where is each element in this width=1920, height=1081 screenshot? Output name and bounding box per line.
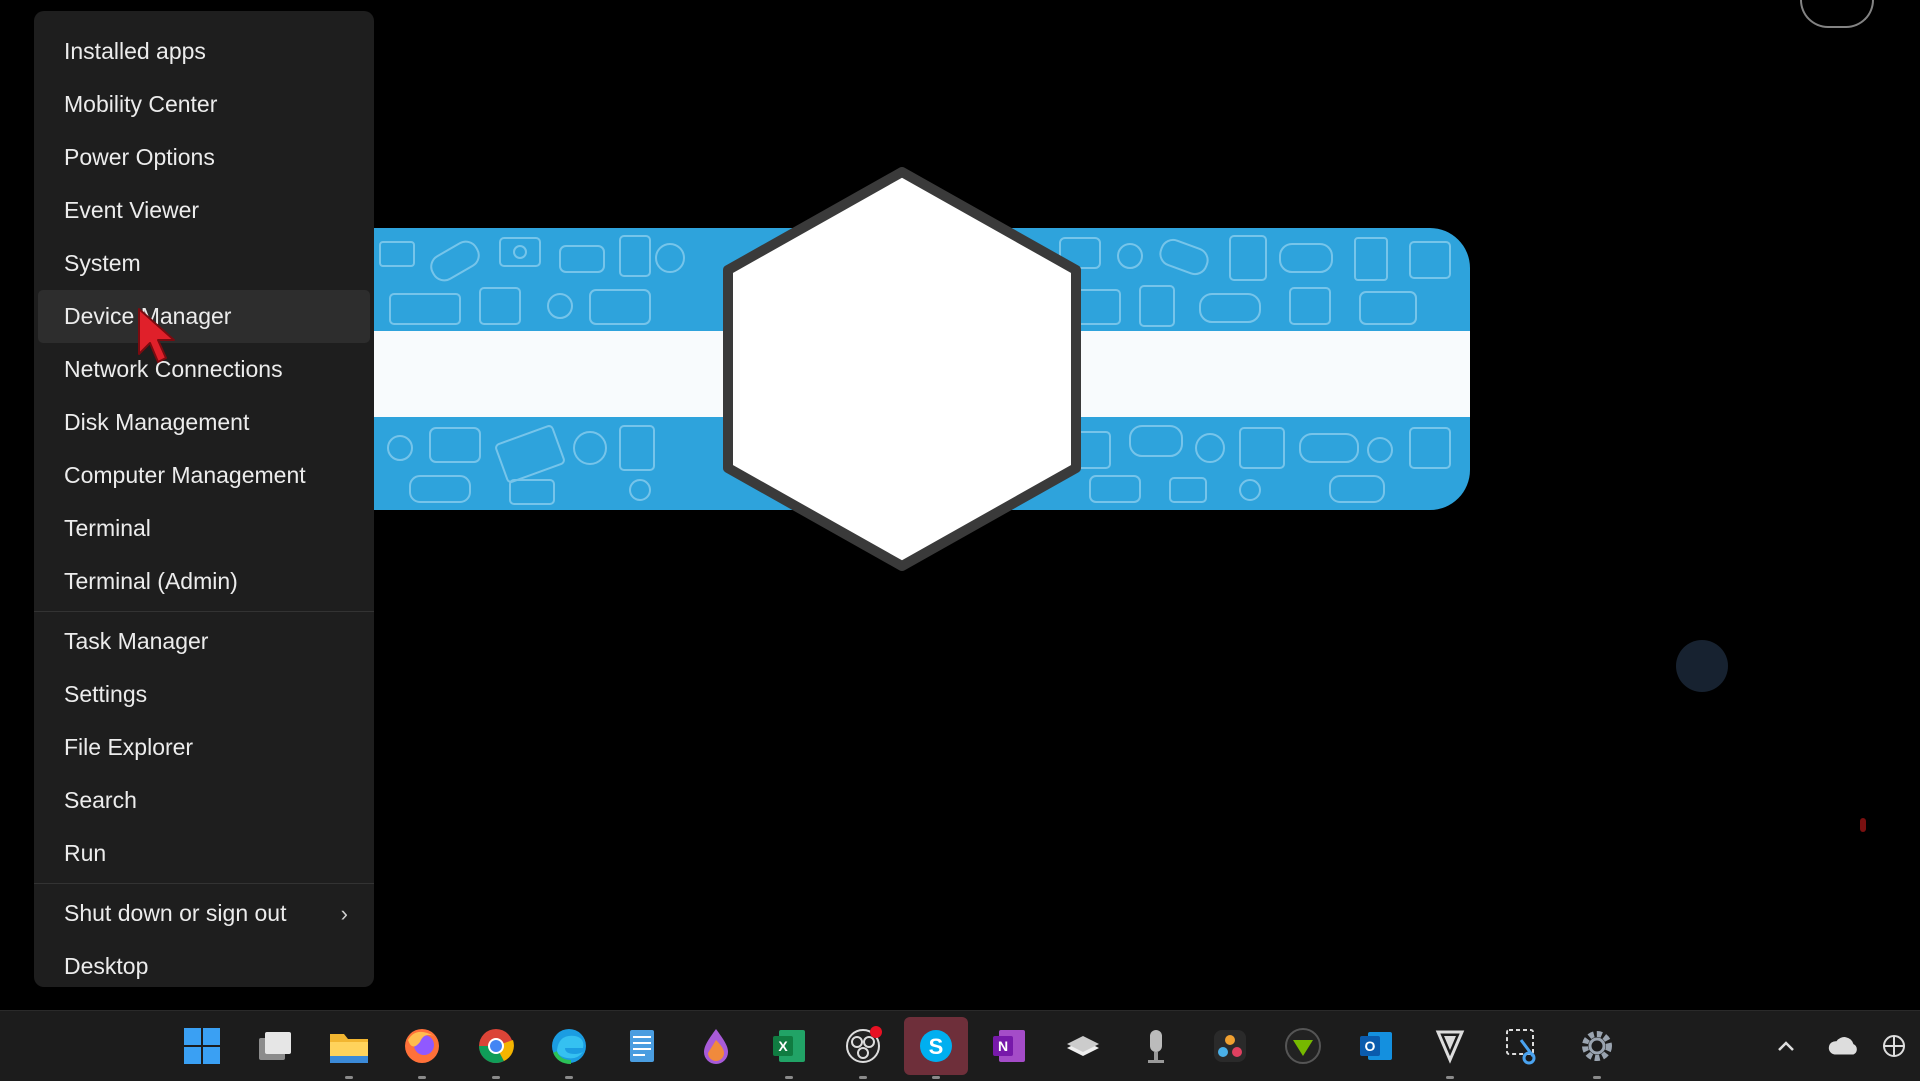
menu-item-search[interactable]: Search bbox=[38, 774, 370, 827]
onenote-icon[interactable]: N bbox=[985, 1022, 1033, 1070]
stack-app-icon[interactable] bbox=[1059, 1022, 1107, 1070]
menu-item-network-connections[interactable]: Network Connections bbox=[38, 343, 370, 396]
menu-item-label: System bbox=[64, 250, 141, 276]
snipping-tool-icon[interactable] bbox=[1499, 1022, 1547, 1070]
nvidia-shield-icon[interactable] bbox=[1279, 1022, 1327, 1070]
windows-start-icon[interactable] bbox=[178, 1022, 226, 1070]
outlook-icon[interactable]: O bbox=[1352, 1022, 1400, 1070]
menu-item-label: Computer Management bbox=[64, 462, 306, 488]
task-view-icon[interactable] bbox=[251, 1022, 299, 1070]
running-indicator bbox=[858, 1076, 867, 1079]
running-indicator bbox=[932, 1076, 940, 1079]
menu-item-terminal[interactable]: Terminal bbox=[38, 502, 370, 555]
mouse-cursor-icon bbox=[138, 308, 175, 363]
svg-text:S: S bbox=[929, 1034, 944, 1059]
network-icon[interactable] bbox=[1877, 1029, 1911, 1063]
menu-item-label: Shut down or sign out bbox=[64, 900, 287, 926]
menu-separator bbox=[34, 883, 374, 884]
menu-item-settings[interactable]: Settings bbox=[38, 668, 370, 721]
skype-icon[interactable]: S bbox=[904, 1017, 968, 1079]
menu-item-mobility-center[interactable]: Mobility Center bbox=[38, 78, 370, 131]
paint-drop-icon[interactable] bbox=[692, 1022, 740, 1070]
running-indicator bbox=[344, 1076, 353, 1079]
menu-item-shut-down[interactable]: Shut down or sign out › bbox=[38, 887, 370, 940]
menu-item-task-manager[interactable]: Task Manager bbox=[38, 615, 370, 668]
svg-text:O: O bbox=[1365, 1038, 1376, 1054]
obs-icon[interactable] bbox=[839, 1022, 887, 1079]
running-indicator bbox=[785, 1076, 794, 1079]
onedrive-cloud-icon[interactable] bbox=[1827, 1029, 1861, 1063]
microphone-icon[interactable] bbox=[1132, 1022, 1180, 1070]
file-explorer-icon[interactable] bbox=[325, 1022, 373, 1079]
running-indicator bbox=[565, 1076, 573, 1079]
vpn-shield-icon[interactable] bbox=[1426, 1022, 1474, 1079]
svg-text:N: N bbox=[998, 1038, 1008, 1054]
menu-item-label: Task Manager bbox=[64, 628, 209, 654]
menu-item-computer-management[interactable]: Computer Management bbox=[38, 449, 370, 502]
menu-item-label: Desktop bbox=[64, 953, 149, 979]
menu-item-label: Search bbox=[64, 787, 137, 813]
winx-context-menu: Installed apps Mobility Center Power Optio… bbox=[34, 11, 374, 987]
running-indicator bbox=[1592, 1076, 1601, 1079]
menu-item-label: Power Options bbox=[64, 144, 215, 170]
menu-item-disk-management[interactable]: Disk Management bbox=[38, 396, 370, 449]
notepad-icon[interactable] bbox=[618, 1022, 666, 1070]
running-indicator bbox=[491, 1076, 500, 1079]
menu-separator bbox=[34, 611, 374, 612]
svg-text:X: X bbox=[779, 1038, 789, 1054]
menu-item-label: Terminal (Admin) bbox=[64, 568, 238, 594]
menu-item-power-options[interactable]: Power Options bbox=[38, 131, 370, 184]
menu-item-terminal-admin[interactable]: Terminal (Admin) bbox=[38, 555, 370, 608]
hexagon-logo bbox=[723, 167, 1081, 571]
menu-item-label: File Explorer bbox=[64, 734, 194, 760]
running-indicator bbox=[418, 1076, 427, 1079]
settings-gear-icon[interactable] bbox=[1573, 1022, 1621, 1079]
menu-item-label: Terminal bbox=[64, 515, 151, 541]
menu-item-device-manager[interactable]: Device Manager bbox=[38, 290, 370, 343]
desktop-speck bbox=[1800, 0, 1874, 28]
menu-item-label: Installed apps bbox=[64, 38, 206, 64]
menu-item-label: Run bbox=[64, 840, 107, 866]
chevron-right-icon: › bbox=[340, 901, 348, 926]
edge-icon[interactable] bbox=[545, 1022, 593, 1079]
menu-item-event-viewer[interactable]: Event Viewer bbox=[38, 184, 370, 237]
desktop-speck bbox=[1860, 818, 1866, 832]
menu-item-label: Settings bbox=[64, 681, 148, 707]
chrome-icon[interactable] bbox=[472, 1022, 520, 1079]
davinci-resolve-icon[interactable] bbox=[1206, 1022, 1254, 1070]
menu-item-label: Disk Management bbox=[64, 409, 250, 435]
menu-item-system[interactable]: System bbox=[38, 237, 370, 290]
chevron-up-icon[interactable] bbox=[1769, 1029, 1803, 1063]
taskbar: XSNO bbox=[0, 1010, 1920, 1081]
firefox-icon[interactable] bbox=[398, 1022, 446, 1079]
running-indicator bbox=[1445, 1076, 1454, 1079]
menu-item-label: Mobility Center bbox=[64, 91, 218, 117]
menu-item-installed-apps[interactable]: Installed apps bbox=[38, 25, 370, 78]
menu-item-file-explorer[interactable]: File Explorer bbox=[38, 721, 370, 774]
menu-item-label: Event Viewer bbox=[64, 197, 200, 223]
menu-item-run[interactable]: Run bbox=[38, 827, 370, 880]
excel-icon[interactable]: X bbox=[765, 1022, 813, 1079]
menu-item-desktop[interactable]: Desktop bbox=[38, 940, 370, 993]
desktop-speck bbox=[1676, 640, 1728, 692]
